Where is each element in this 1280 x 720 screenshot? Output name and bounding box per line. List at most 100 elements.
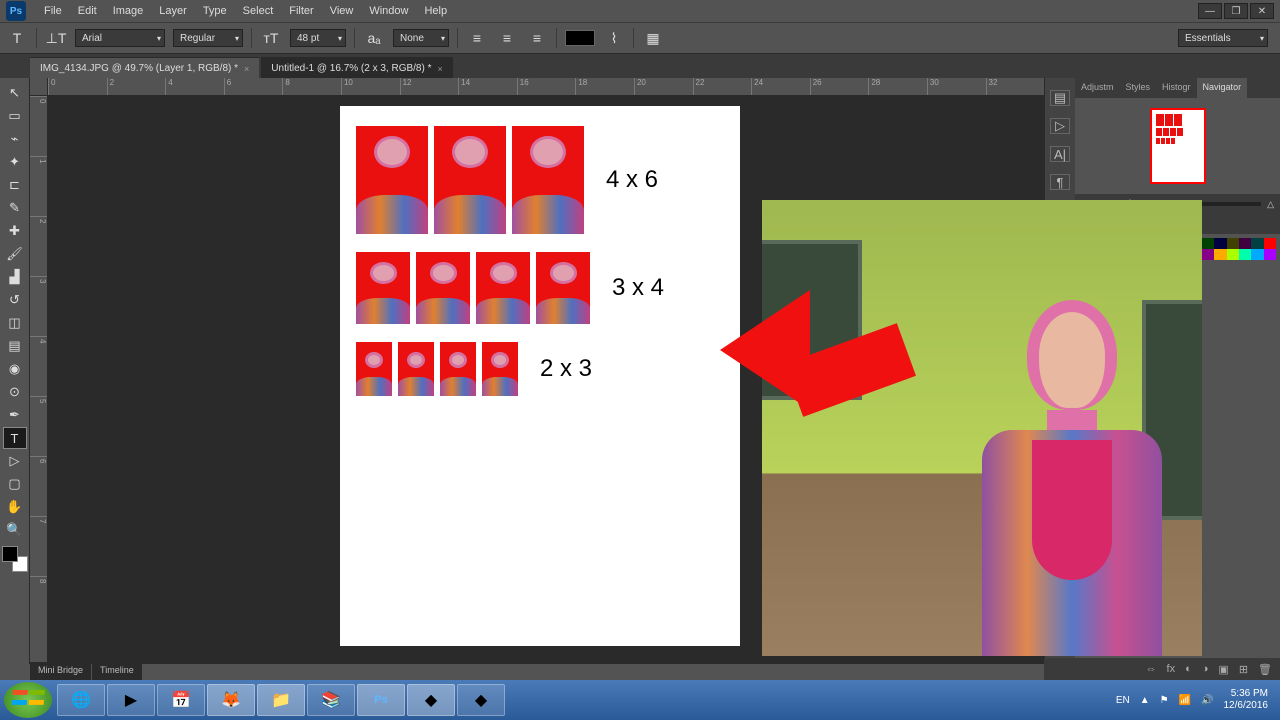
swatch[interactable] bbox=[1214, 249, 1226, 260]
actions-panel-icon[interactable]: ▷ bbox=[1050, 118, 1070, 134]
histogram-tab[interactable]: Histogr bbox=[1156, 78, 1197, 98]
document-canvas[interactable]: 4 x 63 x 42 x 3 bbox=[340, 106, 740, 646]
crop-tool[interactable]: ⊏ bbox=[3, 174, 27, 196]
zoom-out-icon[interactable]: △ bbox=[1267, 199, 1274, 210]
menu-file[interactable]: File bbox=[36, 2, 70, 20]
tray-clock[interactable]: 5:36 PM12/6/2016 bbox=[1224, 688, 1269, 712]
menu-filter[interactable]: Filter bbox=[281, 2, 321, 20]
menu-window[interactable]: Window bbox=[361, 2, 416, 20]
healing-tool[interactable]: ✚ bbox=[3, 220, 27, 242]
hand-tool[interactable]: ✋ bbox=[3, 496, 27, 518]
warp-text-icon[interactable]: ⌇ bbox=[603, 27, 625, 49]
delete-layer-icon[interactable]: 🗑 bbox=[1258, 663, 1272, 676]
eraser-tool[interactable]: ◫ bbox=[3, 312, 27, 334]
swatch[interactable] bbox=[1251, 238, 1263, 249]
taskbar-ie[interactable]: 🌐 bbox=[57, 684, 105, 716]
menu-layer[interactable]: Layer bbox=[151, 2, 195, 20]
swatch[interactable] bbox=[1264, 238, 1276, 249]
document-tab-1[interactable]: IMG_4134.JPG @ 49.7% (Layer 1, RGB/8) *× bbox=[30, 57, 259, 78]
taskbar-app1[interactable]: ◆ bbox=[407, 684, 455, 716]
tray-lang[interactable]: EN bbox=[1116, 695, 1130, 706]
navigator-tab[interactable]: Navigator bbox=[1197, 78, 1248, 98]
taskbar-mpc[interactable]: 📅 bbox=[157, 684, 205, 716]
stamp-tool[interactable]: ▟ bbox=[3, 266, 27, 288]
zoom-tool[interactable]: 🔍 bbox=[3, 519, 27, 541]
lasso-tool[interactable]: ⌁ bbox=[3, 128, 27, 150]
swatch[interactable] bbox=[1214, 238, 1226, 249]
align-center-icon[interactable]: ≡ bbox=[496, 27, 518, 49]
mini-bridge-tab[interactable]: Mini Bridge bbox=[30, 662, 91, 680]
taskbar-libraries[interactable]: 📚 bbox=[307, 684, 355, 716]
antialias-dropdown[interactable]: None bbox=[393, 29, 449, 47]
layer-style-icon[interactable]: fx bbox=[1167, 663, 1176, 675]
dodge-tool[interactable]: ⊙ bbox=[3, 381, 27, 403]
shape-tool[interactable]: ▢ bbox=[3, 473, 27, 495]
document-tab-2[interactable]: Untitled-1 @ 16.7% (2 x 3, RGB/8) *× bbox=[261, 57, 452, 78]
blur-tool[interactable]: ◉ bbox=[3, 358, 27, 380]
history-brush-tool[interactable]: ↺ bbox=[3, 289, 27, 311]
color-picker[interactable] bbox=[2, 546, 28, 572]
swatch[interactable] bbox=[1202, 249, 1214, 260]
text-tool-icon: T bbox=[6, 27, 28, 49]
text-orientation-icon[interactable]: ⊥T bbox=[45, 27, 67, 49]
timeline-tab[interactable]: Timeline bbox=[92, 662, 142, 680]
align-right-icon[interactable]: ≡ bbox=[526, 27, 548, 49]
path-select-tool[interactable]: ▷ bbox=[3, 450, 27, 472]
navigator-panel[interactable] bbox=[1075, 98, 1280, 194]
menu-type[interactable]: Type bbox=[195, 2, 235, 20]
taskbar-wmp[interactable]: ▶ bbox=[107, 684, 155, 716]
new-layer-icon[interactable]: ⊞ bbox=[1239, 663, 1248, 676]
taskbar-app2[interactable]: ◆ bbox=[457, 684, 505, 716]
taskbar-explorer[interactable]: 📁 bbox=[257, 684, 305, 716]
eyedropper-tool[interactable]: ✎ bbox=[3, 197, 27, 219]
swatch[interactable] bbox=[1239, 249, 1251, 260]
styles-tab[interactable]: Styles bbox=[1120, 78, 1157, 98]
close-icon[interactable]: × bbox=[244, 64, 249, 74]
link-layers-icon[interactable]: ⇔ bbox=[1146, 663, 1157, 675]
text-color-swatch[interactable] bbox=[565, 30, 595, 46]
menu-view[interactable]: View bbox=[322, 2, 362, 20]
start-button[interactable] bbox=[4, 682, 52, 718]
swatch[interactable] bbox=[1264, 249, 1276, 260]
swatch[interactable] bbox=[1227, 249, 1239, 260]
swatch[interactable] bbox=[1227, 238, 1239, 249]
font-family-dropdown[interactable]: Arial bbox=[75, 29, 165, 47]
swatch[interactable] bbox=[1251, 249, 1263, 260]
gradient-tool[interactable]: ▤ bbox=[3, 335, 27, 357]
tray-flag-icon[interactable]: ⚑ bbox=[1160, 695, 1169, 706]
tray-volume-icon[interactable]: 🔊 bbox=[1201, 695, 1213, 706]
minimize-button[interactable]: — bbox=[1198, 3, 1222, 19]
font-style-dropdown[interactable]: Regular bbox=[173, 29, 243, 47]
taskbar-firefox[interactable]: 🦊 bbox=[207, 684, 255, 716]
maximize-button[interactable]: ❐ bbox=[1224, 3, 1248, 19]
menu-select[interactable]: Select bbox=[235, 2, 282, 20]
taskbar-photoshop[interactable]: Ps bbox=[357, 684, 405, 716]
swatch[interactable] bbox=[1239, 238, 1251, 249]
history-panel-icon[interactable]: ▤ bbox=[1050, 90, 1070, 106]
marquee-tool[interactable]: ▭ bbox=[3, 105, 27, 127]
tray-network-icon[interactable]: 📶 bbox=[1179, 695, 1191, 706]
wand-tool[interactable]: ✦ bbox=[3, 151, 27, 173]
brush-tool[interactable]: 🖌 bbox=[3, 243, 27, 265]
pen-tool[interactable]: ✒ bbox=[3, 404, 27, 426]
menu-image[interactable]: Image bbox=[105, 2, 152, 20]
tray-up-icon[interactable]: ▲ bbox=[1140, 695, 1150, 706]
adjustment-layer-icon[interactable]: ◑ bbox=[1202, 663, 1209, 675]
workspace-dropdown[interactable]: Essentials bbox=[1178, 29, 1268, 47]
menu-help[interactable]: Help bbox=[416, 2, 455, 20]
swatch[interactable] bbox=[1202, 238, 1214, 249]
group-icon[interactable]: ▣ bbox=[1218, 663, 1228, 676]
close-icon[interactable]: × bbox=[438, 64, 443, 74]
font-size-dropdown[interactable]: 48 pt bbox=[290, 29, 346, 47]
panels-toggle-icon[interactable]: ▦ bbox=[642, 27, 664, 49]
align-left-icon[interactable]: ≡ bbox=[466, 27, 488, 49]
menu-edit[interactable]: Edit bbox=[70, 2, 105, 20]
close-button[interactable]: ✕ bbox=[1250, 3, 1274, 19]
layer-mask-icon[interactable]: ◐ bbox=[1185, 663, 1192, 675]
paragraph-panel-icon[interactable]: ¶ bbox=[1050, 174, 1070, 190]
move-tool[interactable]: ↖ bbox=[3, 82, 27, 104]
panel-tabs-navigator: Adjustm Styles Histogr Navigator bbox=[1075, 78, 1280, 98]
text-tool[interactable]: T bbox=[3, 427, 27, 449]
adjustments-tab[interactable]: Adjustm bbox=[1075, 78, 1120, 98]
character-panel-icon[interactable]: A| bbox=[1050, 146, 1070, 162]
